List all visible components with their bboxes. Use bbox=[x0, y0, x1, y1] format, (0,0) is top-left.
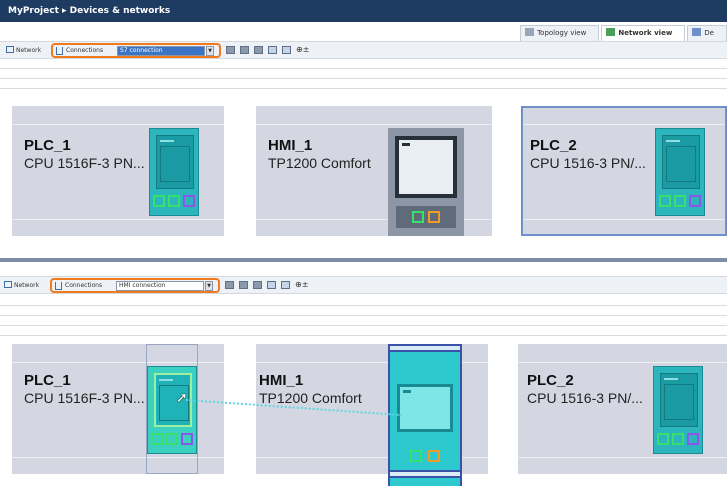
mpi-port-icon[interactable] bbox=[428, 211, 440, 223]
device-card-plc-2[interactable]: PLC_2 CPU 1516-3 PN/... bbox=[518, 344, 727, 474]
profibus-port-icon[interactable] bbox=[687, 433, 699, 445]
mpi-port-icon[interactable] bbox=[428, 450, 440, 462]
device-type: TP1200 Comfort bbox=[268, 155, 371, 171]
plc-module-icon[interactable] bbox=[149, 128, 199, 216]
hmi-base bbox=[396, 206, 456, 228]
canvas-ruler bbox=[0, 306, 727, 316]
connections-label: Connections bbox=[66, 47, 104, 54]
selection-bar bbox=[388, 344, 462, 352]
connections-control-highlight: Connections HMI connection ▼ bbox=[50, 278, 220, 293]
arrange-icon[interactable] bbox=[253, 281, 262, 289]
page-icon[interactable] bbox=[282, 46, 291, 54]
divider bbox=[12, 124, 224, 125]
profinet-port-icon[interactable] bbox=[674, 195, 686, 207]
network-icon bbox=[606, 28, 616, 36]
profinet-port-icon[interactable] bbox=[410, 450, 422, 462]
tab-network-view[interactable]: Network view bbox=[601, 25, 686, 41]
plc-module-icon[interactable] bbox=[655, 128, 705, 216]
device-name: PLC_1 bbox=[24, 137, 71, 154]
zoom-in-icon[interactable]: ⊕± bbox=[296, 46, 310, 54]
canvas-ruler bbox=[0, 316, 727, 326]
connections-label: Connections bbox=[65, 282, 103, 289]
align-icon[interactable] bbox=[240, 46, 249, 54]
selection-bar bbox=[388, 470, 462, 478]
device-type: CPU 1516-3 PN/... bbox=[530, 155, 646, 171]
device-type: CPU 1516F-3 PN... bbox=[24, 390, 145, 406]
zoom-in-icon[interactable]: ⊕± bbox=[295, 281, 309, 289]
network-button[interactable]: Network bbox=[6, 46, 41, 54]
tab-topology-view[interactable]: Topology view bbox=[520, 25, 600, 41]
device-type: CPU 1516F-3 PN... bbox=[24, 155, 145, 171]
device-card-plc-1[interactable]: PLC_1 CPU 1516F-3 PN... bbox=[12, 344, 224, 474]
profinet-port-icon[interactable] bbox=[412, 211, 424, 223]
divider bbox=[518, 457, 727, 458]
divider bbox=[523, 219, 725, 220]
toolbar-icons: ⊕± bbox=[225, 281, 309, 289]
device-name: HMI_1 bbox=[259, 372, 304, 389]
toolbar-icons: ⊕± bbox=[226, 46, 310, 54]
canvas-ruler bbox=[0, 296, 727, 306]
connections-icon[interactable] bbox=[55, 282, 62, 290]
profibus-port-icon[interactable] bbox=[689, 195, 701, 207]
device-name: PLC_1 bbox=[24, 372, 71, 389]
device-card-plc-1[interactable]: PLC_1 CPU 1516F-3 PN... bbox=[12, 106, 224, 236]
connection-type-select[interactable]: HMI connection bbox=[116, 281, 204, 291]
chevron-down-icon[interactable]: ▼ bbox=[206, 46, 214, 56]
network-icon bbox=[4, 281, 12, 288]
hmi-panel-icon[interactable] bbox=[388, 128, 464, 236]
network-button[interactable]: Network bbox=[4, 281, 39, 289]
grid-icon[interactable] bbox=[268, 46, 277, 54]
canvas-ruler bbox=[0, 59, 727, 69]
network-overview-icon[interactable] bbox=[226, 46, 235, 54]
plc-module-icon[interactable] bbox=[653, 366, 703, 454]
profinet-port-icon[interactable] bbox=[672, 433, 684, 445]
canvas-ruler bbox=[0, 79, 727, 89]
connections-control-highlight: Connections S7 connection ▼ bbox=[51, 43, 221, 58]
hmi-screen bbox=[395, 136, 457, 198]
network-overview-icon[interactable] bbox=[225, 281, 234, 289]
device-type: CPU 1516-3 PN/... bbox=[527, 390, 643, 406]
device-name: PLC_2 bbox=[527, 372, 574, 389]
page-icon[interactable] bbox=[281, 281, 290, 289]
network-toolbar: Network Connections HMI connection ▼ ⊕± bbox=[0, 276, 727, 294]
network-toolbar: Network Connections S7 connection ▼ ⊕± bbox=[0, 41, 727, 59]
hmi-screen bbox=[397, 384, 453, 432]
divider bbox=[12, 219, 224, 220]
grid-icon[interactable] bbox=[267, 281, 276, 289]
network-icon bbox=[6, 46, 14, 53]
device-card-hmi-1[interactable]: HMI_1 TP1200 Comfort bbox=[256, 106, 492, 236]
mouse-cursor-icon: ➚ bbox=[176, 390, 188, 406]
chevron-down-icon[interactable]: ▼ bbox=[205, 281, 213, 291]
device-name: PLC_2 bbox=[530, 137, 577, 154]
network-view-pane-bottom: Network Connections HMI connection ▼ ⊕± … bbox=[0, 262, 727, 486]
device-name: HMI_1 bbox=[268, 137, 313, 154]
device-type: TP1200 Comfort bbox=[259, 390, 362, 406]
profinet-port-icon[interactable] bbox=[166, 433, 178, 445]
profinet-port-icon[interactable] bbox=[657, 433, 669, 445]
divider bbox=[518, 362, 727, 363]
topology-icon bbox=[525, 28, 535, 36]
divider bbox=[256, 124, 492, 125]
tab-device-view[interactable]: De bbox=[687, 25, 727, 41]
breadcrumb: MyProject ▸ Devices & networks bbox=[0, 0, 727, 22]
align-icon[interactable] bbox=[239, 281, 248, 289]
profinet-port-icon[interactable] bbox=[168, 195, 180, 207]
divider bbox=[523, 124, 725, 125]
profibus-port-icon[interactable] bbox=[183, 195, 195, 207]
arrange-icon[interactable] bbox=[254, 46, 263, 54]
plc-module-icon[interactable] bbox=[147, 366, 197, 454]
profibus-port-icon[interactable] bbox=[181, 433, 193, 445]
connection-type-select[interactable]: S7 connection bbox=[117, 46, 205, 56]
profinet-port-icon[interactable] bbox=[659, 195, 671, 207]
device-card-plc-2[interactable]: PLC_2 CPU 1516-3 PN/... bbox=[521, 106, 727, 236]
view-tabs: Topology view Network view De bbox=[518, 25, 727, 41]
device-view-icon bbox=[692, 28, 702, 36]
canvas-ruler bbox=[0, 326, 727, 336]
connections-icon[interactable] bbox=[56, 47, 63, 55]
canvas-ruler bbox=[0, 69, 727, 79]
network-view-pane-top: Topology view Network view De Network Co… bbox=[0, 22, 727, 258]
profinet-port-icon[interactable] bbox=[153, 195, 165, 207]
profinet-port-icon[interactable] bbox=[151, 433, 163, 445]
